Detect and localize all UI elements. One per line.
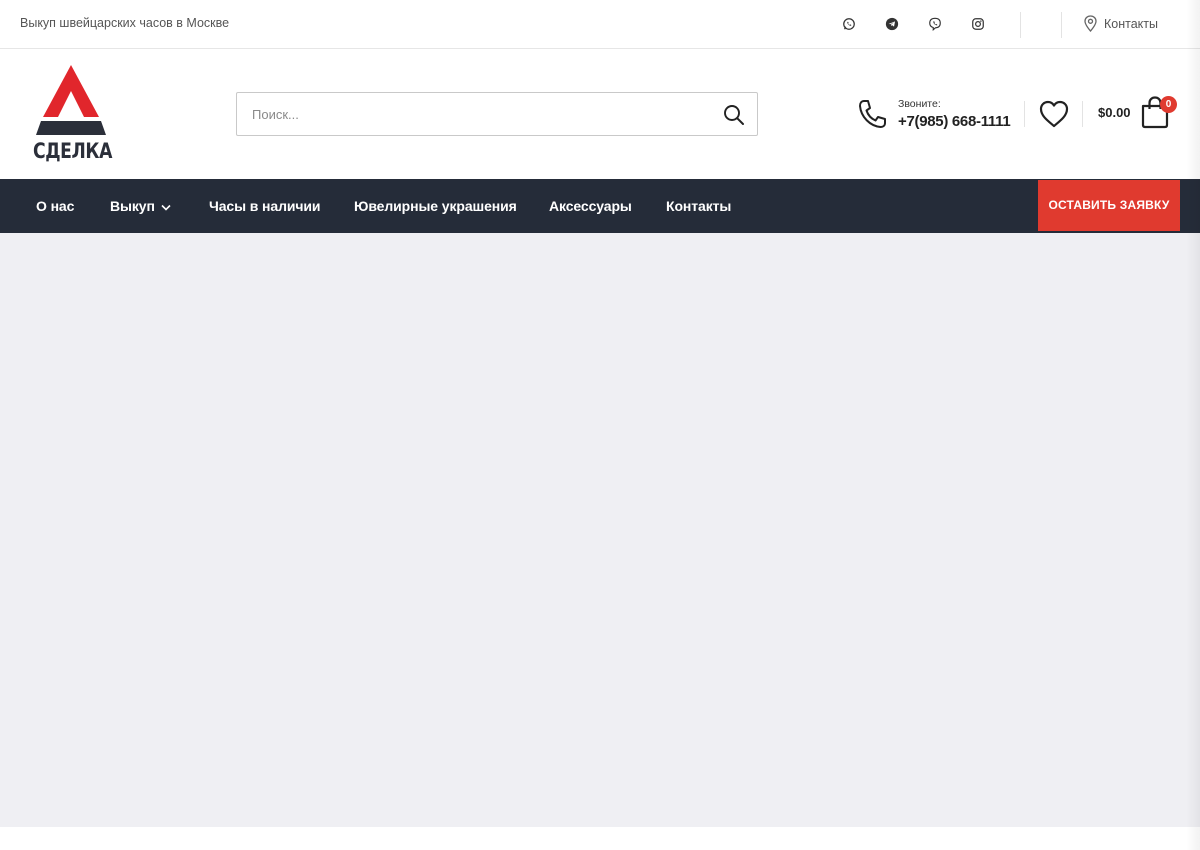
search-button[interactable] <box>723 104 745 126</box>
contacts-label: Контакты <box>1104 16 1158 31</box>
viber-icon[interactable] <box>928 14 971 34</box>
social-links <box>842 14 1014 34</box>
nav-item-about[interactable]: О нас <box>36 198 74 214</box>
top-bar: Выкуп швейцарских часов в Москве Контакт… <box>0 0 1200 49</box>
chevron-down-icon <box>161 204 171 211</box>
contacts-link[interactable]: Контакты <box>1083 15 1158 32</box>
cart-count-badge: 0 <box>1160 96 1177 113</box>
search-box <box>236 92 758 136</box>
search-input[interactable] <box>237 93 707 135</box>
nav-item-watches-in-stock[interactable]: Часы в наличии <box>209 198 321 214</box>
logo-text: СДЕЛКА <box>33 139 112 163</box>
search-icon <box>724 105 744 125</box>
nav-item-contacts[interactable]: Контакты <box>666 198 731 214</box>
phone-icon <box>859 100 886 128</box>
wishlist-icon[interactable] <box>1038 99 1070 129</box>
divider <box>1061 12 1062 38</box>
main-content <box>0 233 1200 827</box>
divider <box>1082 101 1083 127</box>
cart-total[interactable]: $0.00 <box>1098 105 1131 120</box>
whatsapp-icon[interactable] <box>842 14 885 34</box>
nav-item-jewelry[interactable]: Ювелирные украшения <box>354 198 517 214</box>
logo-mark <box>36 65 106 135</box>
submit-request-button[interactable]: ОСТАВИТЬ ЗАЯВКУ <box>1038 180 1180 231</box>
logo[interactable]: СДЕЛКА <box>33 63 112 167</box>
nav-item-label: Выкуп <box>110 198 155 214</box>
divider <box>1020 12 1021 38</box>
main-nav: О нас Выкуп Часы в наличии Ювелирные укр… <box>0 179 1200 233</box>
telegram-icon[interactable] <box>885 14 928 34</box>
footer-strip <box>0 827 1200 850</box>
tagline: Выкуп швейцарских часов в Москве <box>20 16 230 30</box>
nav-item-buyback[interactable]: Выкуп <box>110 198 171 214</box>
call-label: Звоните: <box>898 98 941 110</box>
location-pin-icon <box>1084 15 1097 32</box>
instagram-icon[interactable] <box>971 14 1014 34</box>
phone-number[interactable]: +7(985) 668-1111 <box>898 113 1011 130</box>
header: СДЕЛКА Звоните: +7(985) 668-1111 $0.00 0 <box>0 49 1200 179</box>
divider <box>1024 101 1025 127</box>
nav-item-accessories[interactable]: Аксессуары <box>549 198 632 214</box>
